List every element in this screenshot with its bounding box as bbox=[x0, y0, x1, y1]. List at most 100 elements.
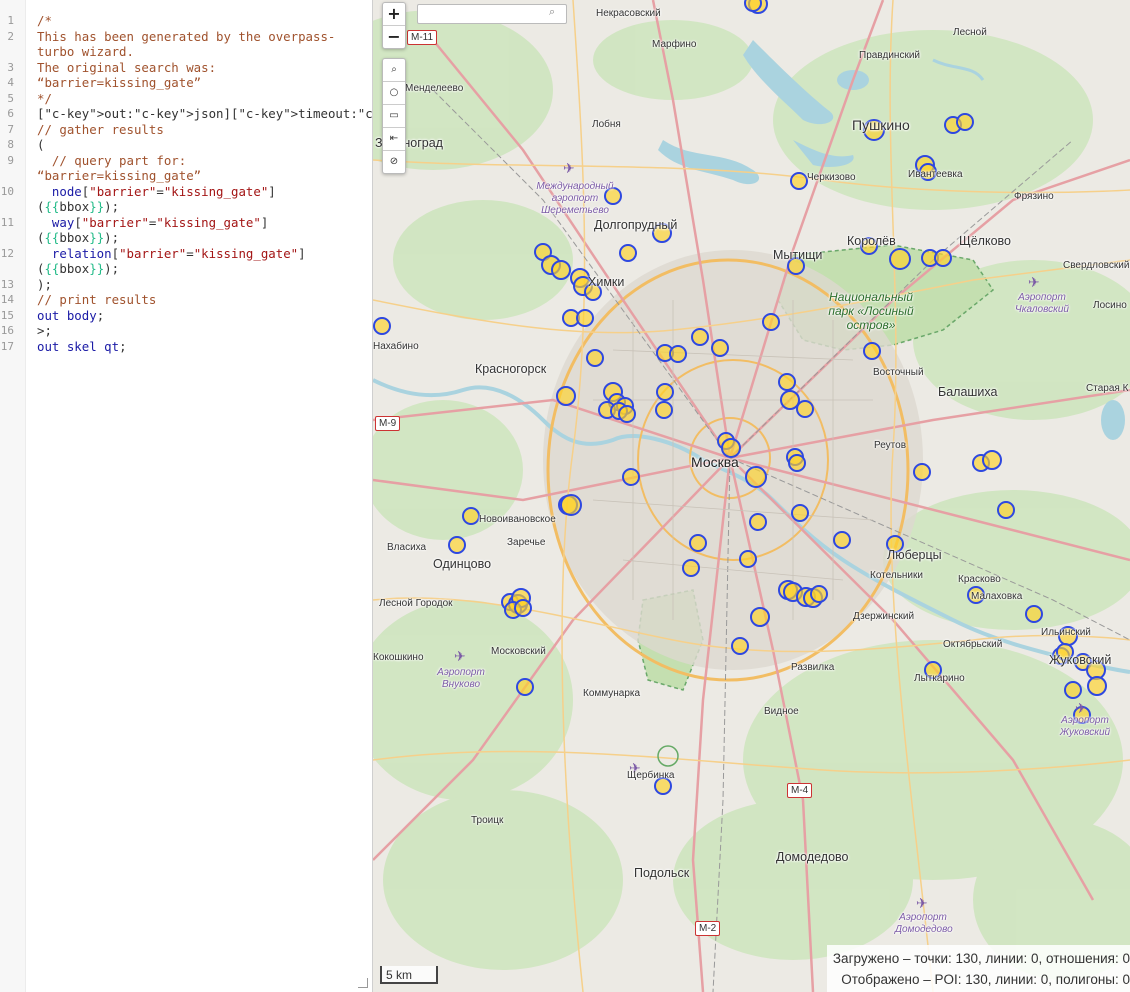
clear-icon[interactable]: ⊘ bbox=[383, 151, 405, 173]
map-label: Малаховка bbox=[971, 591, 1023, 602]
line-number: 5 bbox=[7, 91, 14, 105]
zoom-in-button[interactable]: + bbox=[383, 3, 405, 26]
map-label: Международный аэропорт Шереметьево bbox=[536, 181, 614, 216]
zoom-to-data-icon[interactable]: ⌕ bbox=[383, 59, 405, 82]
map-label: Кокошкино bbox=[373, 652, 424, 663]
search-icon: ⌕ bbox=[549, 6, 556, 18]
code-line[interactable]: way["barrier"="kissing_gate"] bbox=[37, 215, 367, 231]
code-line[interactable]: */ bbox=[37, 91, 367, 107]
map-label: Реутов bbox=[874, 440, 907, 451]
map-label: Аэропорт Домодедово bbox=[895, 912, 953, 935]
map-label: Лосино bbox=[1093, 300, 1127, 311]
code-line[interactable]: // gather results bbox=[37, 122, 367, 138]
map-label: Дзержинский bbox=[853, 611, 915, 622]
line-number: 9 bbox=[7, 153, 14, 167]
code-line[interactable]: // query part for: bbox=[37, 153, 367, 169]
map-view[interactable]: M-11 M-9 M-4 M-2 ✈ ✈ ✈ ✈ ✈ ✈ Некрасовски… bbox=[373, 0, 1130, 992]
map-label: Долгопрудный bbox=[594, 218, 678, 232]
code-line[interactable]: ( bbox=[37, 137, 367, 153]
code-line[interactable]: ({{bbox}}); bbox=[37, 230, 367, 246]
line-number: 2 bbox=[7, 29, 14, 43]
map-label: Национальный парк «Лосиный остров» bbox=[828, 290, 914, 332]
bbox-icon[interactable]: ▭ bbox=[383, 105, 405, 128]
line-number: 8 bbox=[7, 138, 14, 151]
map-label: Коммунарка bbox=[583, 688, 641, 699]
map-label: Щербинка bbox=[627, 770, 675, 781]
map-label: Красногорск bbox=[475, 362, 547, 376]
code-line[interactable]: // print results bbox=[37, 292, 367, 308]
map-label: Мытищи bbox=[773, 248, 823, 262]
map-label: Троицк bbox=[471, 815, 504, 826]
map-label: Подольск bbox=[634, 866, 690, 880]
map-label: Ильинский bbox=[1041, 627, 1091, 638]
zoom-out-button[interactable]: − bbox=[383, 26, 405, 48]
map-label: Пушкино bbox=[852, 117, 910, 133]
map-label: Жуковский bbox=[1049, 653, 1112, 667]
code-line[interactable]: turbo wizard. bbox=[37, 44, 367, 60]
airport-icon: ✈ bbox=[916, 895, 928, 911]
map-label: Марфино bbox=[652, 39, 697, 50]
line-number: 11 bbox=[0, 215, 14, 229]
code-line[interactable]: The original search was: bbox=[37, 60, 367, 76]
code-line[interactable]: node["barrier"="kissing_gate"] bbox=[37, 184, 367, 200]
airport-icon: ✈ bbox=[1028, 274, 1040, 290]
airport-icon: ✈ bbox=[454, 648, 466, 664]
code-line[interactable]: ); bbox=[37, 277, 367, 293]
code-line[interactable]: This has been generated by the overpass- bbox=[37, 29, 367, 45]
map-label: Аэропорт Чкаловский bbox=[1015, 292, 1069, 315]
highway-shield-m4: M-4 bbox=[787, 783, 813, 798]
highway-shield-m11: M-11 bbox=[407, 30, 438, 45]
map-label: Восточный bbox=[873, 367, 924, 378]
map-label: Развилка bbox=[791, 662, 835, 673]
code-line[interactable]: “barrier=kissing_gate” bbox=[37, 75, 367, 91]
map-label: Октябрьский bbox=[943, 639, 1003, 650]
stats-displayed: Отображено – POI: 130, линии: 0, полигон… bbox=[841, 972, 1130, 987]
resize-grip-icon[interactable] bbox=[358, 978, 368, 988]
map-label: Заречье bbox=[507, 537, 546, 548]
locate-icon[interactable]: ○ bbox=[383, 82, 405, 105]
code-line[interactable]: relation["barrier"="kissing_gate"] bbox=[37, 246, 367, 262]
map-label: Лыткарино bbox=[914, 673, 965, 684]
map-label: Одинцово bbox=[433, 557, 492, 571]
line-number: 17 bbox=[0, 339, 14, 353]
code-line[interactable]: out body; bbox=[37, 308, 367, 324]
code-line[interactable]: ({{bbox}}); bbox=[37, 199, 367, 215]
map-label: Котельники bbox=[870, 570, 923, 581]
fullscreen-icon[interactable]: ⇤ bbox=[383, 128, 405, 151]
map-tool-control: ⌕ ○ ▭ ⇤ ⊘ bbox=[382, 58, 406, 174]
map-label: Некрасовский bbox=[596, 8, 661, 19]
code-line[interactable]: ({{bbox}}); bbox=[37, 261, 367, 277]
query-editor[interactable]: 1 2 3 4 5 6 7 8 9 10 11 12 13 14 15 16 17 /* This has bee… bbox=[0, 0, 373, 992]
map-label: Лобня bbox=[592, 119, 621, 130]
code-line[interactable]: ["c-key">out:"c-key">json]["c-key">timeo… bbox=[37, 106, 372, 122]
map-label: Новоивановское bbox=[479, 514, 556, 525]
map-label: Старая К bbox=[1086, 383, 1129, 394]
map-label: Менделеево bbox=[405, 83, 464, 94]
line-number: 3 bbox=[7, 60, 14, 74]
map-tiles[interactable] bbox=[373, 0, 1130, 992]
line-number: 6 bbox=[7, 107, 14, 120]
zoom-control: + − bbox=[382, 2, 406, 49]
line-number: 15 bbox=[0, 308, 14, 322]
map-label: Красково bbox=[958, 574, 1001, 585]
map-label: Балашиха bbox=[938, 385, 998, 399]
map-label: Нахабино bbox=[373, 341, 419, 352]
map-search-input[interactable] bbox=[417, 4, 567, 24]
code-line[interactable]: /* bbox=[37, 13, 367, 29]
highway-shield-m2: M-2 bbox=[695, 921, 721, 936]
scale-bar: 5 km bbox=[380, 966, 438, 984]
map-label: Московский bbox=[491, 646, 546, 657]
code-line[interactable]: “barrier=kissing_gate” bbox=[37, 168, 367, 184]
line-number: 14 bbox=[0, 293, 14, 306]
code-line[interactable]: out skel qt; bbox=[37, 339, 367, 355]
map-label: Черкизово bbox=[807, 172, 856, 183]
map-label: Королёв bbox=[847, 234, 896, 248]
line-number: 10 bbox=[0, 184, 14, 198]
map-label: Свердловский bbox=[1063, 260, 1130, 271]
map-label: Фрязино bbox=[1014, 191, 1054, 202]
data-stats: Загружено – точки: 130, линии: 0, отноше… bbox=[826, 945, 1130, 992]
line-number: 12 bbox=[0, 246, 14, 260]
highway-shield-m9: M-9 bbox=[375, 416, 401, 431]
map-label: Лесной Городок bbox=[379, 598, 453, 609]
code-line[interactable]: >; bbox=[37, 323, 367, 339]
